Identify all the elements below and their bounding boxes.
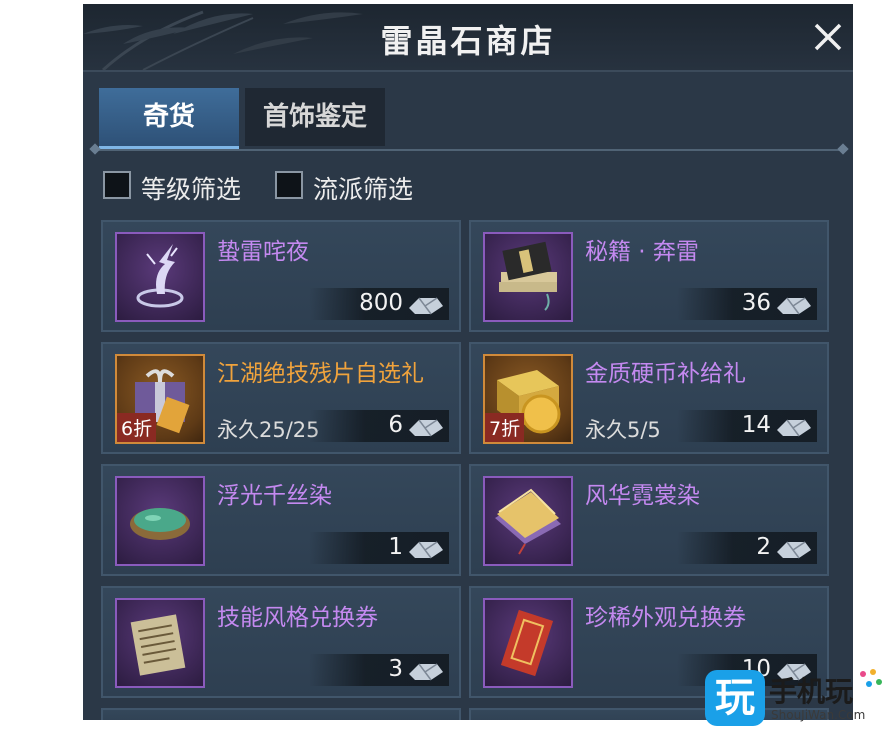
shop-panel: 雷晶石商店 奇货 首饰鉴定 等级筛选 流派筛选 蛰雷咤夜 800 秘籍 · 奔雷… <box>83 4 853 720</box>
level-filter[interactable]: 等级筛选 <box>103 170 263 204</box>
site-watermark: 玩 手机玩 ShouJiWan.Com <box>705 668 885 728</box>
item-icon-frame <box>115 476 205 566</box>
shop-item-card[interactable]: 技能风格兑换券 3 <box>101 586 461 698</box>
thunder-crystal-icon <box>777 419 811 437</box>
window-title: 雷晶石商店 <box>380 22 556 60</box>
tab-divider <box>93 149 843 151</box>
price-tag: 6 <box>309 410 449 442</box>
item-price: 3 <box>388 656 403 682</box>
level-filter-checkbox[interactable] <box>103 171 131 199</box>
shop-item-card[interactable]: 7折 金质硬币补给礼 永久5/5 14 <box>469 342 829 454</box>
item-name: 风华霓裳染 <box>585 483 700 509</box>
item-name: 金质硬币补给礼 <box>585 361 746 387</box>
item-name: 技能风格兑换券 <box>217 605 378 631</box>
item-price: 36 <box>741 290 771 316</box>
close-button[interactable] <box>811 20 845 54</box>
item-icon-frame <box>483 598 573 688</box>
discount-badge: 6折 <box>117 413 157 442</box>
shop-item-card[interactable] <box>101 708 461 720</box>
item-icon-frame <box>483 476 573 566</box>
price-tag: 1 <box>309 532 449 564</box>
item-price: 2 <box>756 534 771 560</box>
level-filter-label: 等级筛选 <box>141 175 242 204</box>
purchase-limit: 永久5/5 <box>585 418 661 442</box>
thunder-crystal-icon <box>409 663 443 681</box>
item-name: 江湖绝技残片自选礼 <box>217 361 424 387</box>
shop-item-card[interactable]: 6折 江湖绝技残片自选礼 永久25/25 6 <box>101 342 461 454</box>
school-filter[interactable]: 流派筛选 <box>275 170 435 204</box>
price-tag: 2 <box>677 532 817 564</box>
thunder-crystal-icon <box>777 541 811 559</box>
dye-bowl-icon <box>130 508 190 540</box>
thunder-crystal-icon <box>409 297 443 315</box>
item-name: 蛰雷咤夜 <box>217 239 309 265</box>
item-name: 珍稀外观兑换券 <box>585 605 746 631</box>
price-tag: 36 <box>677 288 817 320</box>
tab-jewelry-appraisal[interactable]: 首饰鉴定 <box>245 88 385 146</box>
item-icon-frame <box>483 232 573 322</box>
item-icon-frame <box>115 232 205 322</box>
shop-item-card[interactable]: 风华霓裳染 2 <box>469 464 829 576</box>
watermark-logo: 玩 <box>705 670 765 726</box>
price-tag: 3 <box>309 654 449 686</box>
item-price: 1 <box>388 534 403 560</box>
title-bar: 雷晶石商店 <box>83 4 853 72</box>
shop-item-card[interactable]: 秘籍 · 奔雷 36 <box>469 220 829 332</box>
item-name: 浮光千丝染 <box>217 483 332 509</box>
price-tag: 800 <box>309 288 449 320</box>
scroll-icon <box>130 614 186 676</box>
school-filter-label: 流派筛选 <box>313 175 414 204</box>
item-name: 秘籍 · 奔雷 <box>585 239 699 265</box>
lightning-icon <box>136 244 184 308</box>
price-tag: 14 <box>677 410 817 442</box>
discount-badge: 7折 <box>485 413 525 442</box>
fabric-icon <box>495 488 561 555</box>
thunder-crystal-icon <box>409 419 443 437</box>
purchase-limit: 永久25/25 <box>217 418 320 442</box>
item-icon-frame <box>115 598 205 688</box>
shop-item-card[interactable]: 蛰雷咤夜 800 <box>101 220 461 332</box>
thunder-crystal-icon <box>409 541 443 559</box>
book-icon <box>499 241 557 311</box>
red-envelope-icon <box>500 609 554 677</box>
shop-item-card[interactable]: 浮光千丝染 1 <box>101 464 461 576</box>
divider-ornament <box>837 143 849 155</box>
dots-icon <box>860 669 882 687</box>
school-filter-checkbox[interactable] <box>275 171 303 199</box>
watermark-url: ShouJiWan.Com <box>771 708 866 722</box>
item-price: 800 <box>359 290 403 316</box>
tab-rare-goods[interactable]: 奇货 <box>99 88 239 149</box>
watermark-text: 手机玩 <box>769 675 854 708</box>
item-icon-frame: 7折 <box>483 354 573 444</box>
item-icon-frame: 6折 <box>115 354 205 444</box>
thunder-crystal-icon <box>777 297 811 315</box>
close-icon <box>814 23 842 51</box>
item-price: 14 <box>741 412 771 438</box>
item-price: 6 <box>388 412 403 438</box>
